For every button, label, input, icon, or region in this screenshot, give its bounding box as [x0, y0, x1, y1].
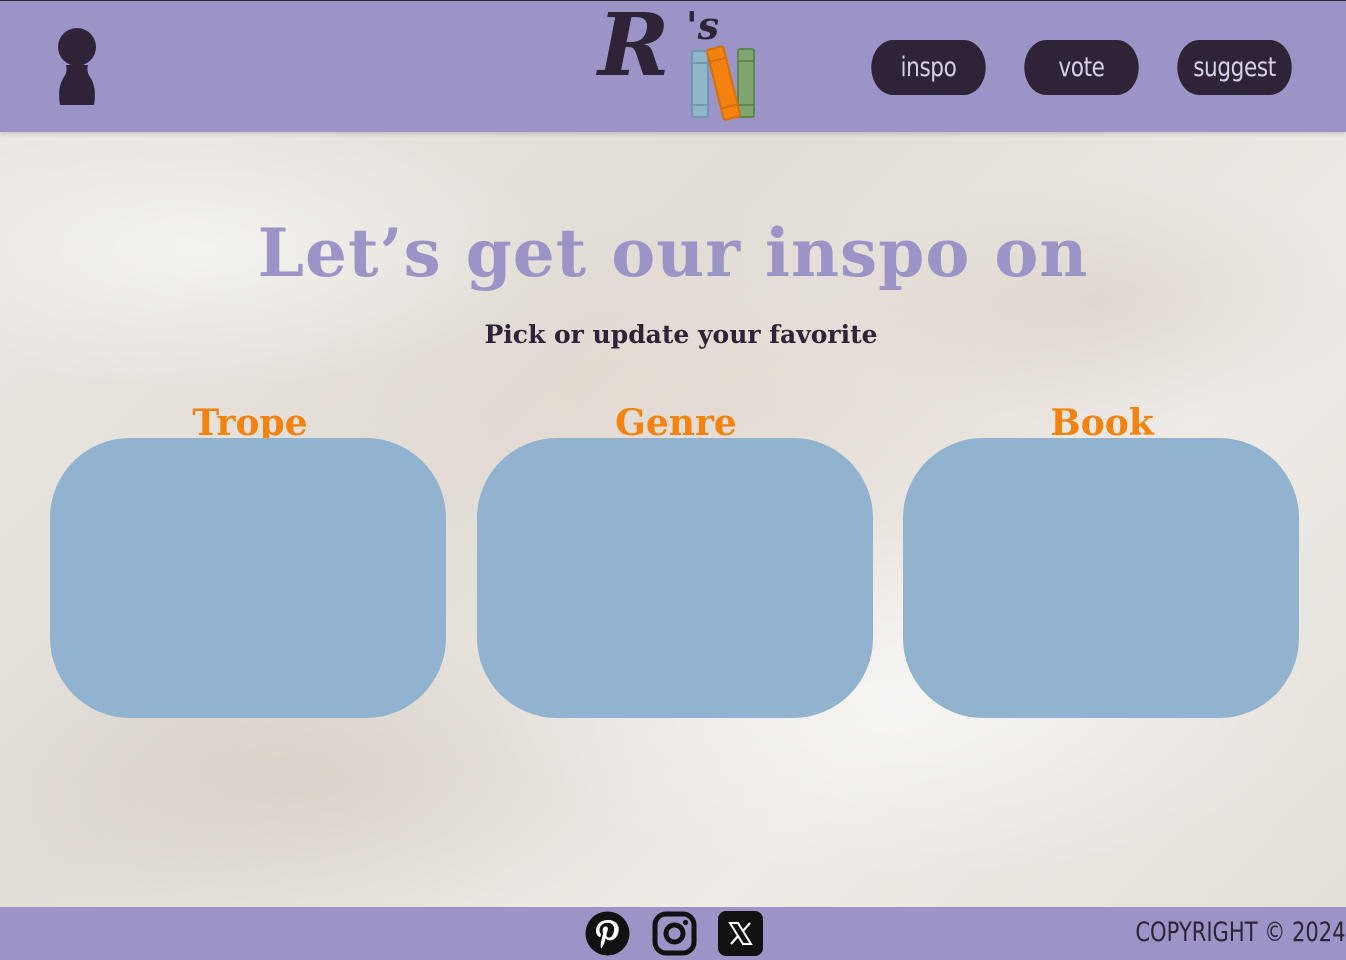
footer: COPYRIGHT © 2024 [0, 907, 1346, 960]
copyright-text: COPYRIGHT © 2024 [1135, 917, 1346, 948]
page-subtitle: Pick or update your favorite [484, 320, 878, 349]
nav-inspo-button[interactable]: inspo [871, 40, 986, 95]
nav-suggest-button[interactable]: suggest [1177, 40, 1292, 95]
instagram-icon[interactable] [652, 911, 697, 956]
site-logo[interactable]: R 's [594, 3, 764, 121]
page-title: Let’s get our inspo on [257, 214, 1089, 292]
book-card[interactable] [903, 438, 1299, 718]
trope-card[interactable] [50, 438, 446, 718]
pinterest-icon[interactable] [585, 911, 630, 956]
user-profile-icon[interactable] [52, 27, 102, 107]
top-bar: R 's inspo vote suggest [0, 0, 1346, 132]
logo-letter: R [598, 0, 670, 96]
logo-suffix: 's [686, 3, 720, 48]
nav-vote-button[interactable]: vote [1024, 40, 1139, 95]
genre-card[interactable] [477, 438, 873, 718]
books-icon [691, 45, 755, 121]
x-icon[interactable] [718, 911, 763, 956]
main-nav: inspo vote suggest [857, 40, 1306, 95]
